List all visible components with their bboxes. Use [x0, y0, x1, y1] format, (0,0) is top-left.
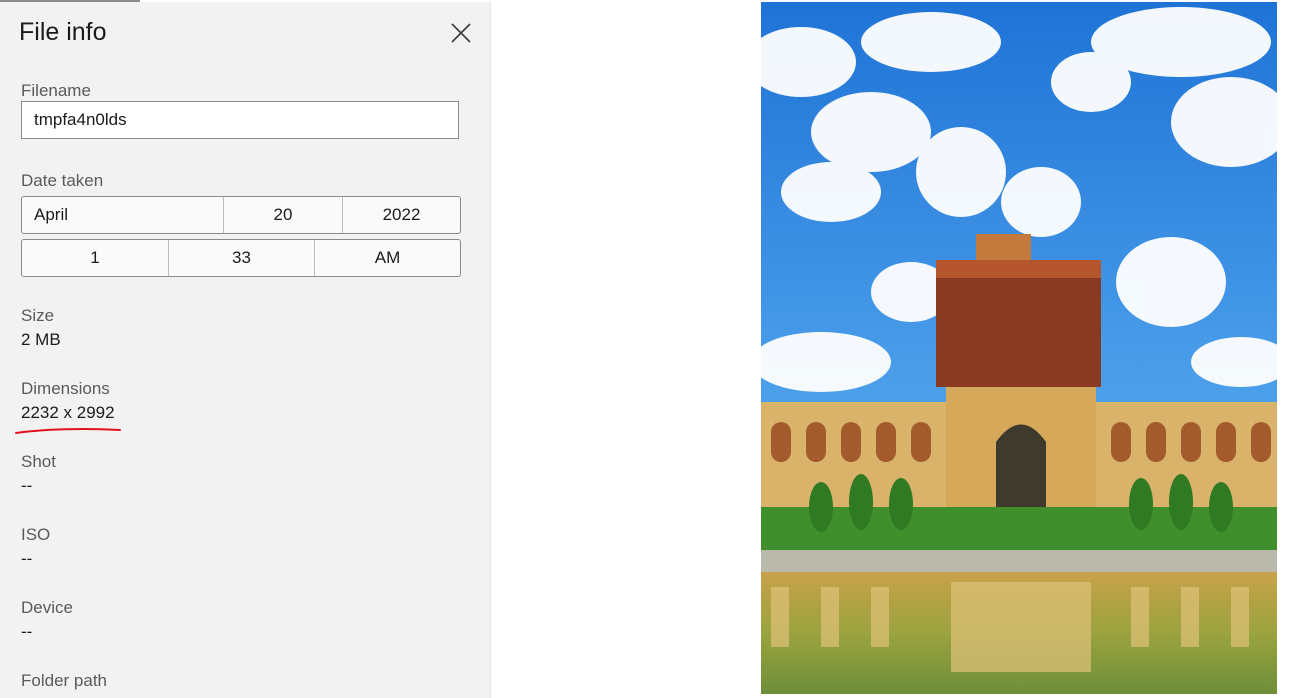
- panel-title: File info: [19, 18, 107, 46]
- size-value: 2 MB: [21, 330, 61, 349]
- device-label: Device: [21, 598, 73, 617]
- minute-select[interactable]: 33: [168, 240, 314, 276]
- day-select[interactable]: 20: [223, 197, 342, 233]
- shot-label: Shot: [21, 452, 56, 471]
- year-select[interactable]: 2022: [342, 197, 460, 233]
- close-button[interactable]: [446, 18, 476, 48]
- palace-photo: [761, 2, 1277, 694]
- filename-label: Filename: [21, 81, 91, 100]
- shot-value: --: [21, 476, 33, 495]
- date-taken-label: Date taken: [21, 171, 104, 190]
- close-icon: [451, 23, 471, 43]
- photo-preview: [761, 2, 1277, 694]
- date-picker[interactable]: April 20 2022: [21, 196, 461, 234]
- iso-label: ISO: [21, 525, 51, 544]
- dimensions-value: 2232 x 2992: [21, 403, 115, 422]
- hour-select[interactable]: 1: [22, 240, 168, 276]
- device-value: --: [21, 622, 33, 641]
- iso-value: --: [21, 549, 33, 568]
- size-label: Size: [21, 306, 55, 325]
- folder-path-label: Folder path: [21, 671, 107, 690]
- file-info-panel: File info Filename tmpfa4n0lds Date take…: [0, 2, 491, 698]
- red-underline-annotation: [15, 428, 121, 434]
- month-select[interactable]: April: [22, 197, 223, 233]
- dimensions-label: Dimensions: [21, 379, 110, 398]
- ampm-select[interactable]: AM: [314, 240, 460, 276]
- time-picker[interactable]: 1 33 AM: [21, 239, 461, 277]
- filename-field[interactable]: tmpfa4n0lds: [21, 101, 459, 139]
